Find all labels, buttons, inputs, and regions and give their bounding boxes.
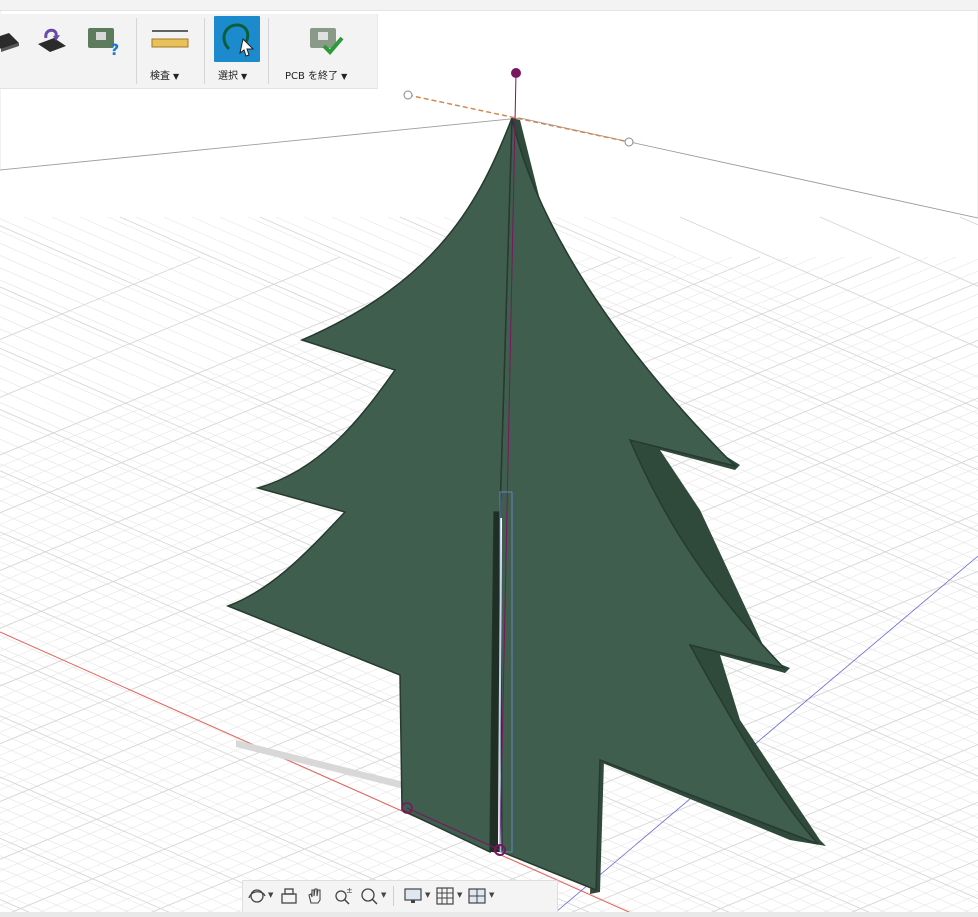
display-settings-icon[interactable] [403,886,423,906]
lasso-select-icon[interactable] [214,16,260,62]
display-caret-icon[interactable]: ▼ [425,891,430,899]
title-strip [0,0,978,11]
chip-redo-icon[interactable] [30,20,74,60]
inspect-menu[interactable]: 検査 ▼ [150,71,179,83]
select-label: 選択 [218,71,238,82]
navigation-bar: ▼ ± ▼ ▼ ▼ ▼ [242,880,558,913]
inspect-label: 検査 [150,71,170,82]
board-help-icon[interactable]: ? [82,20,126,60]
zoom-icon[interactable]: ± [333,886,353,906]
fit-caret-icon[interactable]: ▼ [381,891,386,899]
guide-handle-right [624,137,634,147]
3d-viewport[interactable] [0,0,978,917]
svg-text:?: ? [110,40,119,58]
inspect-caret-icon: ▼ [173,72,180,81]
top-handle [511,68,521,78]
viewports-icon[interactable] [467,886,487,906]
select-caret-icon: ▼ [241,72,248,81]
viewports-caret-icon[interactable]: ▼ [489,891,494,899]
tree-left-half [225,117,513,854]
guide-handle-left [403,90,413,100]
fit-icon[interactable] [359,886,379,906]
look-at-icon[interactable] [279,886,299,906]
ruler-icon[interactable] [148,20,192,60]
grid-caret-icon[interactable]: ▼ [457,891,462,899]
finish-pcb-menu[interactable]: PCB を終了 ▼ [285,71,347,83]
grid-icon[interactable] [435,886,455,906]
finish-caret-icon: ▼ [341,72,348,81]
pan-icon[interactable] [305,886,325,906]
orbit-icon[interactable] [247,886,267,906]
select-menu[interactable]: 選択 ▼ [218,71,247,83]
status-strip [0,912,978,917]
chip-icon[interactable] [0,20,24,60]
svg-text:±: ± [346,886,353,895]
orbit-caret-icon[interactable]: ▼ [268,891,273,899]
board-check-icon[interactable] [302,20,346,60]
finish-pcb-label: PCB を終了 [285,71,339,82]
ribbon-toolbar: ? 検査 ▼ 選択 ▼ PCB を終了 ▼ [0,14,378,89]
